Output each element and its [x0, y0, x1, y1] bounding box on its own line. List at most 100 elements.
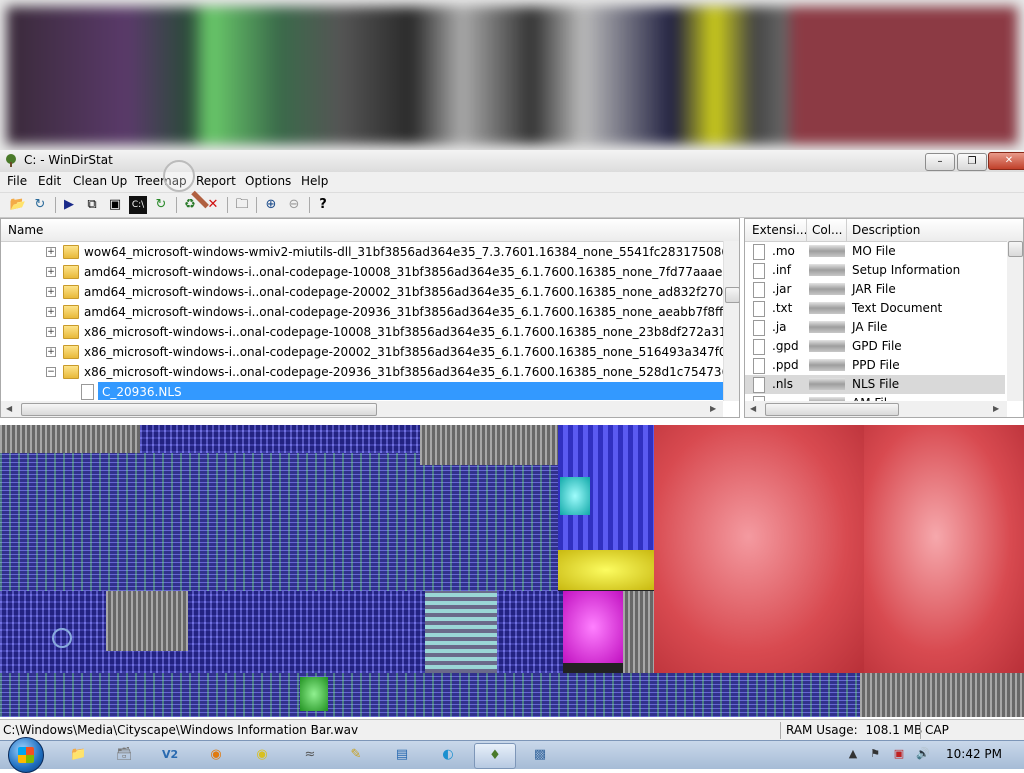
tree-row[interactable]: + wow64_microsoft-windows-wmiv2-miutils-d… [1, 242, 737, 262]
treemap-block[interactable] [560, 477, 590, 515]
scroll-left-arrow[interactable]: ◀ [6, 404, 12, 413]
maximize-button[interactable]: ❐ [957, 153, 987, 171]
taskbar-explorer[interactable]: 📁 [58, 743, 98, 767]
color-column-header[interactable]: Col... [812, 223, 843, 237]
taskbar-network[interactable]: ▤ [382, 743, 422, 767]
treemap-block[interactable] [300, 677, 328, 711]
taskbar-pen[interactable]: ✎ [336, 743, 376, 767]
treemap-block[interactable] [497, 591, 563, 673]
extension-hscroll-thumb[interactable] [765, 403, 899, 416]
treemap-block[interactable] [0, 425, 140, 453]
expand-icon[interactable]: + [46, 267, 56, 277]
ram-usage-value: 108.1 MB [865, 723, 923, 737]
directory-tree-panel[interactable]: Name + wow64_microsoft-windows-wmiv2-miut… [0, 218, 740, 418]
menu-edit[interactable]: Edit [38, 174, 61, 188]
treemap-block[interactable] [623, 591, 654, 673]
taskbar-remote[interactable]: ▩ [520, 743, 560, 767]
extension-row[interactable]: .jar JAR File [745, 280, 1005, 299]
tree-column-header[interactable]: Name [1, 219, 739, 242]
treemap-block[interactable] [654, 425, 864, 673]
volume-icon[interactable]: 🔊 [916, 747, 930, 761]
taskbar-folder[interactable]: 🗃 [104, 743, 144, 767]
tree-horizontal-scrollbar[interactable]: ◀ ▶ [1, 401, 723, 417]
extension-row[interactable]: .inf Setup Information [745, 261, 1005, 280]
menu-help[interactable]: Help [301, 174, 328, 188]
extension-row[interactable]: .nls NLS File [745, 375, 1005, 394]
treemap-block[interactable] [106, 591, 188, 651]
extension-description: MO File [852, 244, 896, 258]
extension-vertical-scrollbar[interactable] [1007, 241, 1023, 401]
extension-row[interactable]: .mo MO File [745, 242, 1005, 261]
refresh-selected-icon[interactable]: ↻ [152, 196, 170, 214]
tree-row[interactable]: + amd64_microsoft-windows-i..onal-codepag… [1, 262, 739, 282]
close-button[interactable]: ✕ [988, 152, 1024, 170]
tree-row[interactable]: + amd64_microsoft-windows-i..onal-codepag… [1, 302, 739, 322]
taskbar-audio-wave[interactable]: ≈ [290, 743, 330, 767]
taskbar-firefox[interactable]: ◉ [196, 743, 236, 767]
properties-icon[interactable]: 🗀 [233, 196, 251, 214]
tree-row[interactable]: + x86_microsoft-windows-i..onal-codepage-… [1, 342, 739, 362]
menu-clean-up[interactable]: Clean Up [73, 174, 127, 188]
network-error-icon[interactable]: ▣ [892, 747, 906, 761]
extension-horizontal-scrollbar[interactable]: ◀ ▶ [745, 401, 1007, 417]
taskbar-vs[interactable]: V2 [150, 743, 190, 767]
extension-name: .jar [772, 282, 792, 296]
extension-column-header[interactable]: Extensi... [752, 223, 807, 237]
extension-row[interactable]: .ja JA File [745, 318, 1005, 337]
tree-vscroll-thumb[interactable] [725, 287, 739, 303]
scroll-left-arrow[interactable]: ◀ [750, 404, 756, 413]
tree-row[interactable]: C_20936.NLS [1, 382, 723, 402]
treemap-block[interactable] [425, 591, 497, 673]
column-divider[interactable] [806, 219, 807, 241]
menu-file[interactable]: File [7, 174, 27, 188]
open-icon[interactable]: 📂 [9, 196, 27, 214]
menu-options[interactable]: Options [245, 174, 291, 188]
explorer-icon[interactable]: ▣ [106, 196, 124, 214]
treemap-block[interactable] [140, 425, 420, 453]
expand-icon[interactable]: + [46, 307, 56, 317]
collapse-icon[interactable]: − [46, 367, 56, 377]
command-prompt-icon[interactable]: C:\ [129, 196, 147, 214]
column-divider[interactable] [846, 219, 847, 241]
menu-report[interactable]: Report [196, 174, 236, 188]
zoom-in-icon[interactable]: ⊕ [262, 196, 280, 214]
treemap-block[interactable] [864, 425, 1024, 673]
extension-row[interactable]: .ppd PPD File [745, 356, 1005, 375]
expand-icon[interactable]: + [46, 327, 56, 337]
help-icon[interactable]: ? [314, 196, 332, 214]
treemap-block[interactable] [420, 425, 558, 465]
name-column-header[interactable]: Name [8, 223, 43, 237]
expand-icon[interactable]: + [46, 287, 56, 297]
expand-icon[interactable]: + [46, 347, 56, 357]
minimize-button[interactable]: – [925, 153, 955, 171]
description-column-header[interactable]: Description [852, 223, 920, 237]
tree-row[interactable]: − x86_microsoft-windows-i..onal-codepage-… [1, 362, 739, 382]
action-center-icon[interactable]: ⚑ [868, 747, 882, 761]
expand-icon[interactable]: + [46, 247, 56, 257]
extension-vscroll-thumb[interactable] [1008, 241, 1023, 257]
selection-highlight [98, 382, 723, 400]
title-bar[interactable]: C: - WinDirStat – ❐ ✕ [0, 150, 1024, 173]
tree-vertical-scrollbar[interactable] [723, 241, 739, 401]
tree-hscroll-thumb[interactable] [21, 403, 377, 416]
taskbar-audio[interactable]: ◉ [242, 743, 282, 767]
show-hidden-icons-icon[interactable]: ▲ [846, 747, 860, 761]
play-icon[interactable]: ▶ [60, 196, 78, 214]
treemap-view[interactable] [0, 425, 1024, 717]
clock[interactable]: 10:42 PM [946, 747, 1002, 761]
scroll-right-arrow[interactable]: ▶ [710, 404, 716, 413]
extension-row[interactable]: .txt Text Document [745, 299, 1005, 318]
scroll-right-arrow[interactable]: ▶ [993, 404, 999, 413]
treemap-block[interactable] [558, 550, 654, 590]
extension-row[interactable]: .gpd GPD File [745, 337, 1005, 356]
taskbar-edge[interactable]: ◐ [428, 743, 468, 767]
copy-icon[interactable]: ⧉ [83, 196, 101, 214]
tree-row[interactable]: + amd64_microsoft-windows-i..onal-codepag… [1, 282, 739, 302]
refresh-icon[interactable]: ↻ [31, 196, 49, 214]
taskbar-windirstat[interactable]: ♦ [474, 743, 516, 769]
treemap-block[interactable] [563, 591, 623, 663]
tree-row[interactable]: + x86_microsoft-windows-i..onal-codepage-… [1, 322, 739, 342]
zoom-out-icon[interactable]: ⊖ [285, 196, 303, 214]
extension-list-panel[interactable]: Extensi... Col... Description .mo MO File… [744, 218, 1024, 418]
treemap-block[interactable] [860, 673, 1024, 717]
